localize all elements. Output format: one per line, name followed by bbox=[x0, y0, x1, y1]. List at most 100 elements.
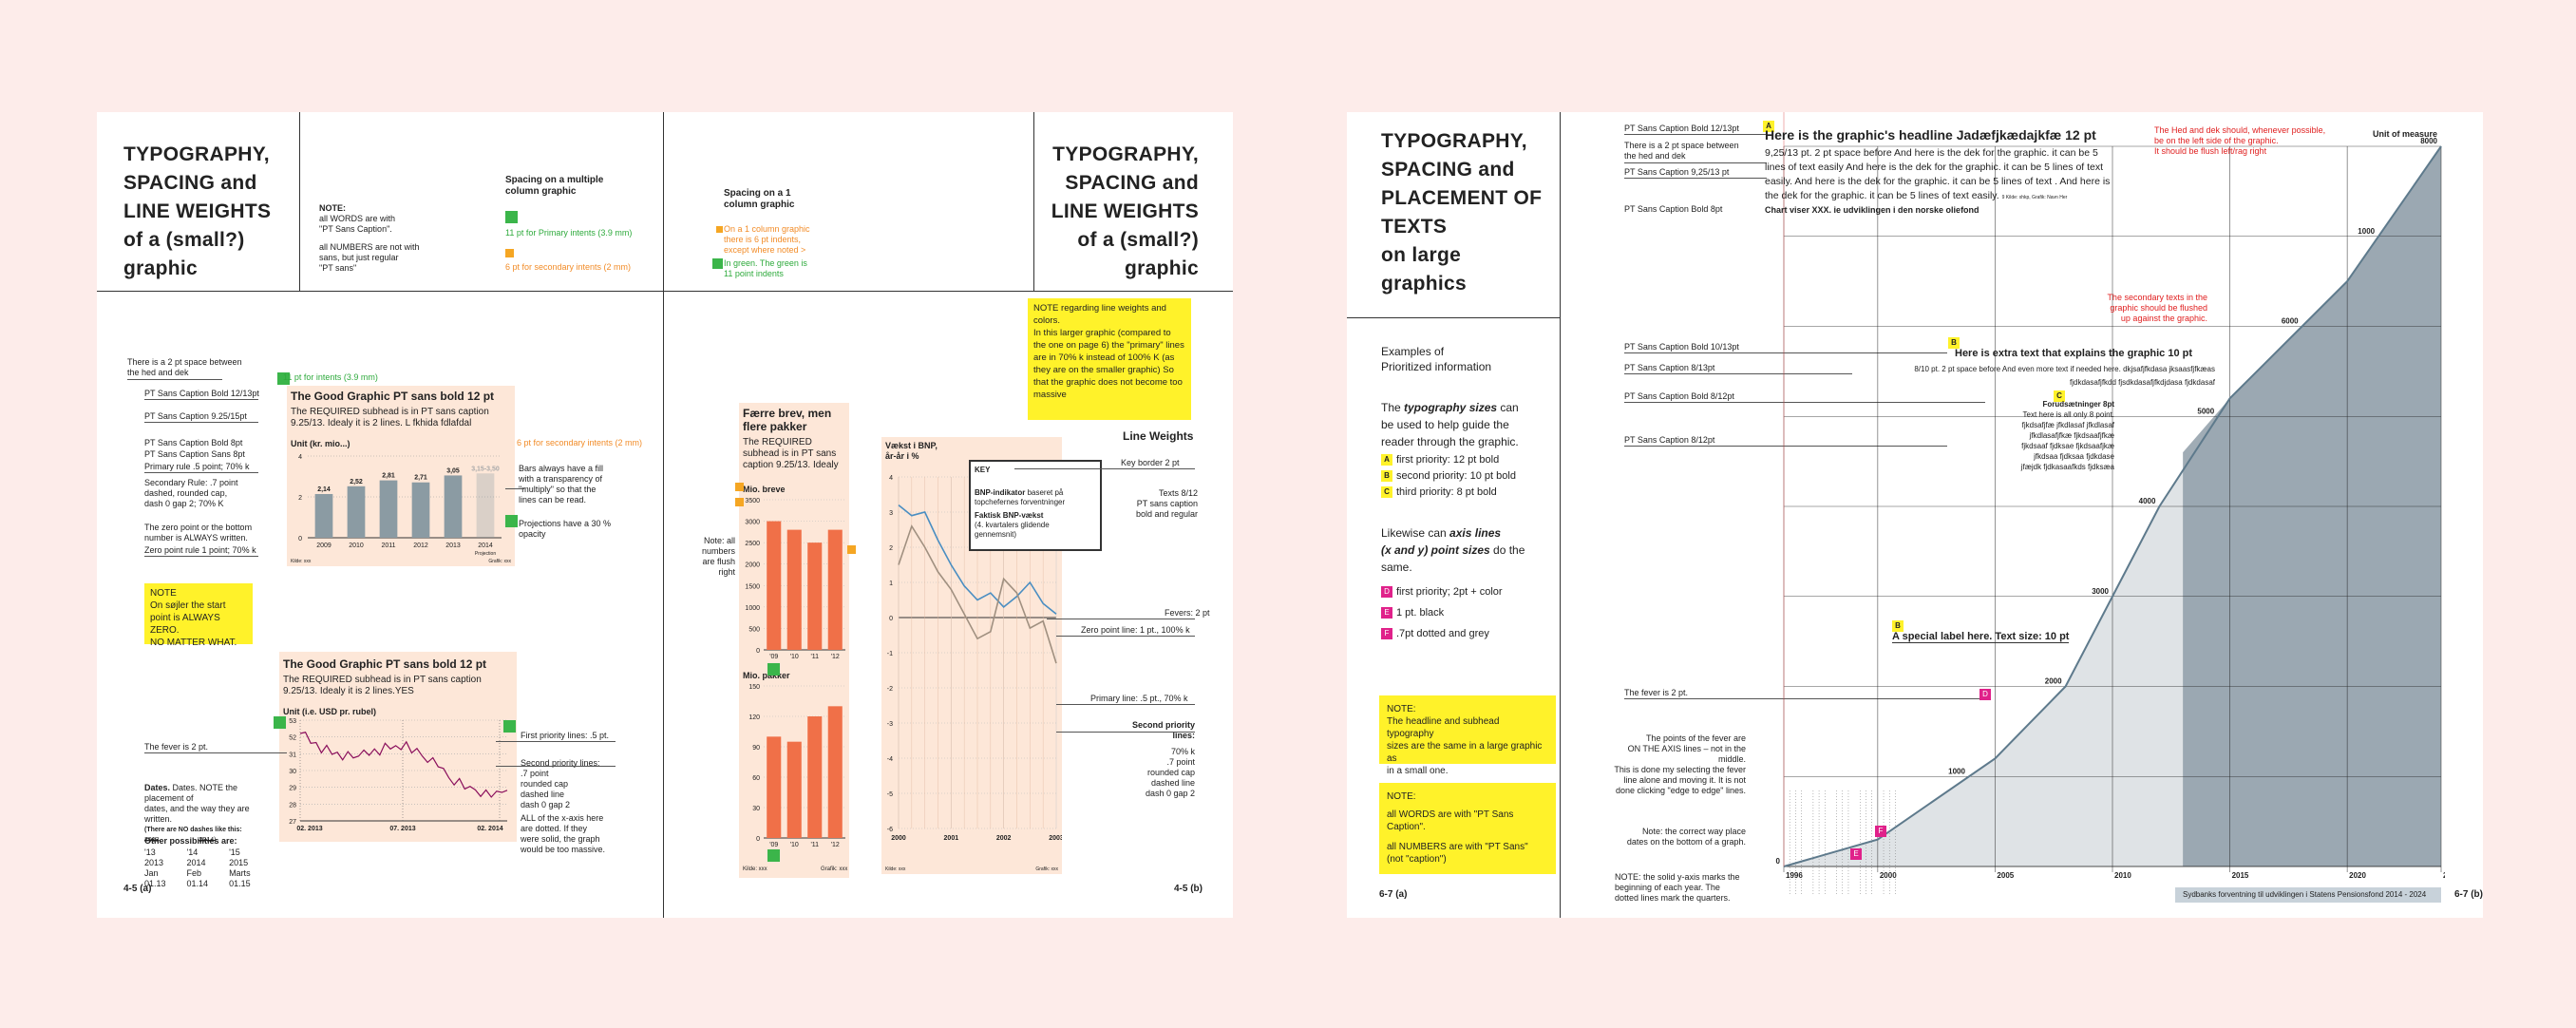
y-tick-label: 4 bbox=[889, 475, 893, 482]
y-tick-label: 1000 bbox=[2358, 227, 2375, 236]
bars-note: Bars always have a fill with a transpare… bbox=[519, 464, 604, 504]
rs-leader: PT Sans Caption Bold 12/13pt bbox=[1624, 124, 1739, 133]
line-weights-title: Line Weights bbox=[1123, 429, 1194, 443]
flush-right-note: Note: all numbers are flush right bbox=[701, 536, 735, 577]
x-tick-label: '11 bbox=[810, 654, 819, 660]
chart-bottom-svg: 53 52 31 30 29 28 2702. 2013 07. 2013 02. 2014 bbox=[289, 718, 508, 832]
chart2a-svg: 3500 3000 2500 2000 1500 1000 500 0 '09 '10 '11 '12 bbox=[745, 498, 845, 660]
y-tick-label: 2000 bbox=[2045, 677, 2062, 686]
value-label: 2,71 bbox=[414, 475, 427, 482]
leader-label: Zero point rule 1 point; 70% k bbox=[144, 545, 256, 555]
orange-indent-label: 6 pt for secondary intents (2 mm) bbox=[517, 438, 643, 447]
chart3-key: KEY BNP-indikator baseret på topcheferne… bbox=[969, 460, 1102, 551]
y-tick-label: 1000 bbox=[1948, 767, 1965, 775]
chart1-svg: 4 2 0 2,14 2009 2,52 2010 2,81 2011 2,71 2012 3,05 2… bbox=[291, 454, 511, 564]
y-tick-label: 0 bbox=[889, 616, 893, 622]
rs-title: TYPOGRAPHY, SPACING and PLACEMENT OF TEX… bbox=[1381, 130, 1543, 295]
rs-unit-measure: Unit of measure bbox=[2373, 129, 2438, 139]
y-tick-label: -4 bbox=[887, 756, 893, 763]
y-tick-label: -2 bbox=[887, 686, 893, 693]
rs-badge-special: B bbox=[1892, 619, 1904, 632]
rs-badge-f: F bbox=[1875, 825, 1886, 837]
value-label: 2,14 bbox=[317, 486, 331, 493]
key-border-note: Key border 2 pt bbox=[1121, 458, 1180, 467]
y-tick-label: 0 bbox=[1776, 857, 1781, 866]
value-label: 3,15-3,50 bbox=[471, 466, 500, 472]
rs-special-label: A special label here. Text size: 10 pt bbox=[1892, 631, 2070, 643]
rs-extra-text: Here is extra text that explains the gra… bbox=[1955, 348, 2193, 359]
y-tick-label: 120 bbox=[748, 714, 760, 721]
rs-dek: 9,25/13 pt. 2 pt space before And here i… bbox=[1765, 147, 2111, 201]
fevers-note: Fevers: 2 pt bbox=[1165, 608, 1210, 618]
rs-date-note: Note: the correct way place dates on the… bbox=[1626, 827, 1746, 847]
value-label: 3,05 bbox=[446, 467, 460, 474]
right-title: TYPOGRAPHY, SPACING and LINE WEIGHTS of … bbox=[1051, 143, 1199, 279]
x-tick-label: 2005 bbox=[1997, 871, 2014, 880]
y-tick-label: 90 bbox=[752, 745, 760, 752]
y-tick-label: 0 bbox=[756, 836, 760, 843]
note-words: NOTE: all WORDS are with "PT Sans Captio… bbox=[319, 203, 420, 273]
rs-leader: PT Sans Caption Bold 8/12pt bbox=[1624, 391, 1734, 401]
y-tick-label: 5000 bbox=[2197, 407, 2214, 415]
x-tick-label: 2000 bbox=[891, 835, 906, 842]
rs-sizes-intro: The typography sizes can be used to help… bbox=[1381, 401, 1519, 448]
y-tick-label: 0 bbox=[298, 536, 302, 543]
bar bbox=[827, 706, 843, 838]
value-label: 2,81 bbox=[382, 473, 395, 480]
x-tick-label: 02. 2014 bbox=[477, 826, 502, 832]
rs-extra-small: 8/10 pt. 2 pt space before And even more… bbox=[1914, 365, 2215, 387]
rs-chart-label: Chart viser XXX. ie udviklingen i den no… bbox=[1765, 205, 1979, 215]
x-tick-label: '12 bbox=[831, 654, 840, 660]
bar bbox=[786, 741, 802, 838]
y-tick-label: -6 bbox=[887, 827, 893, 833]
x-tick-label: '12 bbox=[831, 842, 840, 848]
x-tick-label: 2010 bbox=[349, 543, 364, 549]
chart1-leaders: There is a 2 pt space between the hed an… bbox=[127, 357, 242, 377]
x-tick-label: 2013 bbox=[445, 543, 461, 549]
rs-examples: Examples of Prioritized information bbox=[1381, 345, 1492, 373]
page-number-right: 4-5 (b) bbox=[1174, 884, 1203, 894]
x-tick-label: 2011 bbox=[381, 543, 395, 549]
rs-badge-d: D bbox=[1979, 688, 1991, 700]
y-tick-label: 4000 bbox=[2139, 497, 2156, 505]
bar bbox=[314, 493, 333, 538]
bar bbox=[347, 485, 366, 538]
y-tick-label: 6000 bbox=[2282, 317, 2299, 326]
rs-note2: NOTE: all WORDS are with "PT Sans Captio… bbox=[1379, 783, 1556, 874]
x-tick-label: 2024 bbox=[2443, 871, 2445, 880]
x-tick-label: '09 bbox=[769, 842, 778, 848]
bar bbox=[807, 543, 823, 650]
rs-headline: Here is the graphic's headline Jadæfjkæd… bbox=[1765, 127, 2096, 143]
leader-label: PT Sans Caption 9.25/15pt bbox=[144, 411, 247, 421]
rs-red-note: The Hed and dek should, whenever possibl… bbox=[2154, 125, 2326, 156]
rs-forud: Forudsætninger 8pt Text here is all only… bbox=[2020, 400, 2114, 471]
first-priority-note: First priority lines: .5 pt. bbox=[521, 731, 610, 740]
y-tick-label: 3 bbox=[889, 510, 893, 517]
y-tick-label: 500 bbox=[748, 626, 760, 633]
zero-point-note: The zero point or the bottom number is A… bbox=[144, 523, 253, 543]
rs-red-note2: The secondary texts in the graphic shoul… bbox=[2107, 293, 2207, 323]
y-tick-label: -3 bbox=[887, 721, 893, 728]
x-tick-label: 02. 2013 bbox=[296, 826, 322, 832]
leader-label: PT Sans Caption Bold 8pt bbox=[144, 438, 243, 447]
y-tick-label: 1500 bbox=[745, 583, 760, 590]
x-tick-label: 2010 bbox=[2114, 871, 2131, 880]
y-tick-label: 60 bbox=[752, 775, 760, 782]
y-tick-label: 2 bbox=[298, 495, 302, 502]
chart2b-svg: 150 120 90 60 30 0 '09 '10 '11 '12 bbox=[748, 684, 845, 848]
y-tick-label: 3000 bbox=[745, 520, 760, 526]
rs-yaxis-note: NOTE: the solid y-axis marks the beginni… bbox=[1615, 872, 1740, 903]
bar bbox=[379, 480, 398, 538]
rs-note1: NOTE: The headline and subhead typograph… bbox=[1379, 695, 1556, 776]
page-number-left: 4-5 (a) bbox=[123, 884, 152, 894]
x-tick-label: 1996 bbox=[1786, 871, 1803, 880]
y-tick-label: 3500 bbox=[745, 498, 760, 504]
rs-page-left: 6-7 (a) bbox=[1379, 889, 1408, 900]
primary-line-note: Primary line: .5 pt., 70% k bbox=[1090, 694, 1188, 703]
y-tick-label: 52 bbox=[289, 735, 296, 742]
rs-leader: There is a 2 pt space between the hed an… bbox=[1624, 141, 1739, 161]
rs-leader: PT Sans Caption Bold 8pt bbox=[1624, 204, 1723, 214]
y-tick-label: 27 bbox=[289, 819, 296, 826]
x-tick-label: 2001 bbox=[944, 835, 959, 842]
x-tick-label: 2020 bbox=[2349, 871, 2366, 880]
